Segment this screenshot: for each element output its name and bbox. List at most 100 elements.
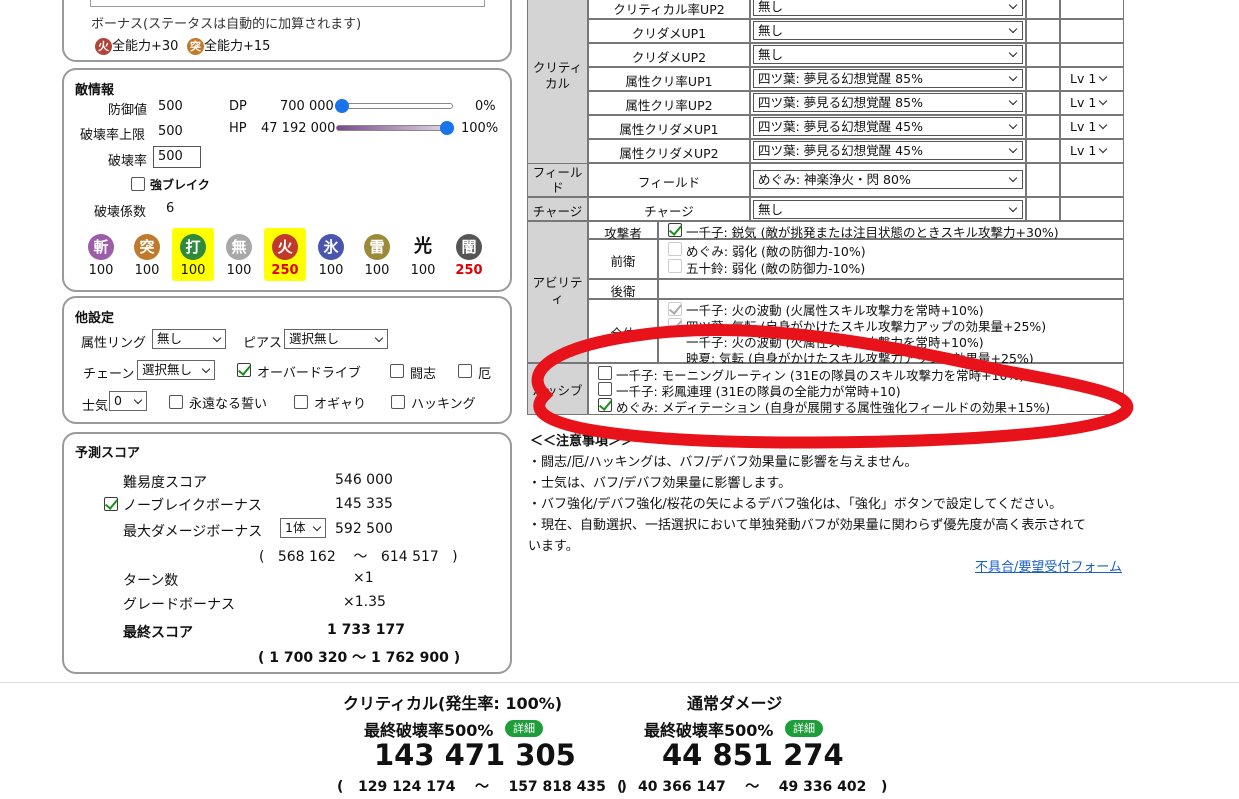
break-rate-input[interactable]: 500 bbox=[153, 146, 201, 168]
hp-label: HP bbox=[229, 121, 247, 136]
ogyari-checkbox[interactable] bbox=[294, 395, 308, 409]
critical-row-label: クリダメUP1 bbox=[631, 26, 707, 41]
hp-slider-track[interactable] bbox=[336, 125, 453, 131]
bonus-textarea-bottom[interactable] bbox=[90, 0, 485, 7]
back-items-cell bbox=[658, 279, 1124, 299]
nobreak-checkbox[interactable] bbox=[104, 497, 118, 511]
slash-element-icon: 斬 bbox=[88, 234, 114, 260]
ice-element-value: 100 bbox=[318, 263, 344, 278]
field-label: フィールド bbox=[637, 175, 701, 190]
front-label: 前衛 bbox=[610, 254, 636, 269]
critical-row-label: 属性クリダメUP2 bbox=[619, 146, 719, 161]
notes-line-5: います。 bbox=[528, 539, 579, 554]
hp-percent: 100% bbox=[461, 121, 499, 136]
overdrive-checkbox[interactable] bbox=[237, 363, 251, 377]
critical-row-select[interactable]: 無し bbox=[753, 45, 1023, 64]
critical-row-lv-cell bbox=[1060, 19, 1124, 43]
charge-select[interactable]: 無し bbox=[753, 200, 1023, 219]
dp-slider-thumb[interactable] bbox=[335, 99, 349, 113]
yaku-checkbox[interactable] bbox=[458, 364, 472, 378]
fire-element-value: 250 bbox=[271, 263, 299, 278]
normal-damage-value: 44 851 274 bbox=[662, 738, 844, 772]
chain-label: チェーン bbox=[83, 367, 135, 382]
critical-row-select[interactable]: 無し bbox=[753, 0, 1023, 16]
critical-row-lv-cell bbox=[1060, 43, 1124, 67]
field-empty-cell bbox=[1026, 163, 1060, 197]
yaku-label: 厄 bbox=[478, 367, 492, 382]
notes-header: ＜＜注意事項＞＞ bbox=[530, 434, 635, 449]
attacker-item-checkbox[interactable] bbox=[668, 223, 682, 237]
eternal-vow-label: 永遠なる誓い bbox=[189, 397, 268, 412]
morale-select[interactable]: 0 bbox=[109, 391, 147, 411]
hacking-label: ハッキング bbox=[411, 397, 476, 412]
pierce-select[interactable]: 選択無し bbox=[284, 329, 388, 349]
critical-row-select[interactable]: 四ツ葉: 夢見る幻想覚醒 85% bbox=[753, 69, 1023, 88]
toushi-checkbox[interactable] bbox=[390, 364, 404, 378]
front-item-checkbox[interactable] bbox=[668, 242, 682, 256]
normal-title: 通常ダメージ bbox=[687, 694, 783, 713]
passive-item-checkbox[interactable] bbox=[598, 382, 612, 396]
critical-row-select[interactable]: 四ツ葉: 夢見る幻想覚醒 45% bbox=[753, 117, 1023, 136]
field-select[interactable]: めぐみ: 神楽浄火・閃 80% bbox=[753, 170, 1023, 189]
critical-row-select[interactable]: 無し bbox=[753, 21, 1023, 40]
toushi-label: 闘志 bbox=[410, 367, 437, 382]
maxdmg-select[interactable]: 1体 bbox=[280, 518, 326, 538]
grade-label: グレードボーナス bbox=[123, 597, 235, 613]
charge-label: チャージ bbox=[644, 204, 694, 219]
critical-row-lv-select[interactable]: Lv 1 bbox=[1068, 94, 1112, 113]
dp-slider-track[interactable] bbox=[336, 103, 453, 109]
crit-damage-range: ( 129 124 174 ～ 157 818 435 ) bbox=[337, 779, 627, 795]
all-item-checkbox[interactable] bbox=[668, 302, 682, 316]
grade-value: ×1.35 bbox=[343, 594, 386, 610]
critical-group-label: クリティカル bbox=[532, 60, 583, 91]
passive-item-checkbox[interactable] bbox=[598, 398, 612, 412]
critical-row-label: 属性クリ率UP1 bbox=[625, 74, 713, 89]
eternal-vow-checkbox[interactable] bbox=[169, 395, 183, 409]
dp-label: DP bbox=[229, 99, 247, 114]
field-group-label: フィールド bbox=[532, 165, 583, 195]
critical-row-lv-select[interactable]: Lv 1 bbox=[1068, 142, 1112, 161]
ability-group-label: アビリティ bbox=[532, 275, 583, 306]
overdrive-label: オーバードライブ bbox=[257, 366, 361, 381]
strong-break-checkbox[interactable] bbox=[131, 177, 145, 191]
critical-row-lv-select[interactable]: Lv 1 bbox=[1068, 118, 1112, 137]
passive-group-label: パッシブ bbox=[532, 383, 583, 398]
difficulty-label: 難易度スコア bbox=[123, 475, 207, 491]
critical-row-select[interactable]: 四ツ葉: 夢見る幻想覚醒 85% bbox=[753, 93, 1023, 112]
break-rate-label: 破壊率 bbox=[108, 154, 148, 169]
turn-value: ×1 bbox=[353, 570, 374, 586]
results-divider bbox=[0, 682, 1239, 683]
all-item-checkbox[interactable] bbox=[668, 318, 682, 332]
slash-element-value: 100 bbox=[88, 263, 114, 278]
dark-element-value: 250 bbox=[455, 263, 483, 278]
dp-value: 700 000 bbox=[280, 99, 334, 114]
crit-detail-button[interactable]: 詳細 bbox=[505, 720, 543, 737]
hp-slider-thumb[interactable] bbox=[440, 121, 454, 135]
front-item-checkbox[interactable] bbox=[668, 259, 682, 273]
critical-row-empty-cell bbox=[1026, 19, 1060, 43]
back-label: 後衛 bbox=[610, 284, 636, 299]
ring-label: 属性リング bbox=[81, 336, 147, 351]
light-element-icon: 光 bbox=[414, 236, 432, 257]
turn-label: ターン数 bbox=[123, 573, 179, 589]
thunder-element-value: 100 bbox=[364, 263, 390, 278]
passive-item-checkbox[interactable] bbox=[598, 366, 612, 380]
critical-row-lv-cell bbox=[1060, 0, 1124, 19]
critical-row-label: 属性クリ率UP2 bbox=[625, 98, 713, 113]
ring-select[interactable]: 無し bbox=[152, 329, 226, 349]
critical-row-lv-select[interactable]: Lv 1 bbox=[1068, 70, 1112, 89]
critical-row-empty-cell bbox=[1026, 67, 1060, 91]
critical-row-empty-cell bbox=[1026, 43, 1060, 67]
normal-detail-button[interactable]: 詳細 bbox=[785, 720, 823, 737]
critical-row-label: クリダメUP2 bbox=[631, 50, 707, 65]
critical-row-empty-cell bbox=[1026, 91, 1060, 115]
maxdmg-value: 592 500 bbox=[335, 521, 393, 537]
none-element-value: 100 bbox=[226, 263, 252, 278]
feedback-form-link[interactable]: 不具合/要望受付フォーム bbox=[975, 556, 1122, 575]
critical-row-label: 属性クリダメUP1 bbox=[619, 122, 719, 137]
critical-row-empty-cell bbox=[1026, 139, 1060, 163]
chain-select[interactable]: 選択無し bbox=[137, 360, 215, 380]
defense-label: 防御値 bbox=[108, 103, 148, 118]
critical-row-select[interactable]: 四ツ葉: 夢見る幻想覚醒 45% bbox=[753, 141, 1023, 160]
hacking-checkbox[interactable] bbox=[391, 395, 405, 409]
